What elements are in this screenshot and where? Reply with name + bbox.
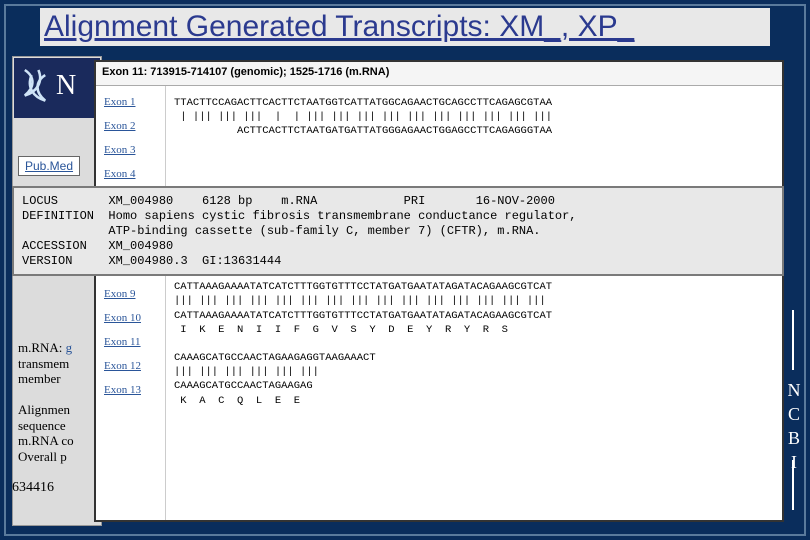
exon-alignment-window: Exon 11: 713915-714107 (genomic); 1525-1…	[94, 60, 784, 522]
exon-alignment-header: Exon 11: 713915-714107 (genomic); 1525-1…	[96, 62, 782, 86]
mrna-link-frag[interactable]: g	[66, 340, 73, 355]
mrna-row-fragment: m.RNA: g transmem member	[18, 340, 72, 387]
version-label: VERSION	[22, 254, 72, 268]
version-value: XM_004980.3 GI:13631444	[108, 254, 281, 268]
aln-b2-r3: CATTAAAGAAAATATCATCTTTGGTGTTTCCTATGATGAA…	[174, 310, 552, 322]
alignment-body: TTACTTCCAGACTTCACTTCTAATGGTCATTATGGCAGAA…	[166, 86, 782, 520]
exon-link[interactable]: Exon 1	[96, 90, 165, 114]
exon-link[interactable]: Exon 11	[96, 330, 165, 354]
aln-line2: sequence	[18, 418, 66, 433]
mrna-line3: member	[18, 371, 61, 386]
aln-line4: Overall p	[18, 449, 67, 464]
slide-title: Alignment Generated Transcripts: XM_, XP…	[40, 8, 770, 46]
exon-link[interactable]: Exon 2	[96, 114, 165, 138]
ncbi-logo-icon	[18, 66, 52, 108]
mrna-line2: transmem	[18, 356, 69, 371]
aln-b2-r2: ||| ||| ||| ||| ||| ||| ||| ||| ||| ||| …	[174, 295, 546, 307]
genbank-record-overlay: LOCUS XM_004980 6128 bp m.RNA PRI 16-NOV…	[12, 186, 784, 276]
side-rule-top	[792, 310, 794, 370]
aln-b3-r4: K A C Q L E E	[174, 395, 300, 407]
aln-line3: m.RNA co	[18, 433, 74, 448]
exon-link[interactable]: Exon 10	[96, 306, 165, 330]
aln-b3-r3: CAAAGCATGCCAACTAGAAGAG	[174, 380, 313, 392]
aln-b3-r1: CAAAGCATGCCAACTAGAAGAGGTAAGAAACT	[174, 352, 376, 364]
exon-link[interactable]: Exon 12	[96, 354, 165, 378]
mrna-label: m.RNA:	[18, 340, 66, 355]
aln-b1-r3: ACTTCACTTCTAATGATGATTATGGGAGAACTGGAGCCTT…	[237, 125, 552, 137]
definition-line2: ATP-binding cassette (sub-family C, memb…	[108, 224, 540, 238]
aln-b1-r2: | ||| ||| ||| | | ||| ||| ||| ||| ||| ||…	[174, 111, 552, 123]
alignment-summary-fragment: Alignmen sequence m.RNA co Overall p	[18, 402, 74, 464]
aln-line1: Alignmen	[18, 402, 70, 417]
sequence-length-fragment: 634416	[12, 480, 54, 496]
exon-link[interactable]: Exon 13	[96, 378, 165, 402]
aln-b1-r1: TTACTTCCAGACTTCACTTCTAATGGTCATTATGGCAGAA…	[174, 97, 552, 109]
exon-list: Exon 1 Exon 2 Exon 3 Exon 4 Exon 5 Exon …	[96, 86, 166, 520]
aln-b2-r4: I K E N I I F G V S Y D E Y R Y R S	[174, 324, 508, 336]
aln-b2-r1: CATTAAAGAAAATATCATCTTTGGTGTTTCCTATGATGAA…	[174, 281, 552, 293]
exon-link[interactable]: Exon 9	[96, 282, 165, 306]
exon-link[interactable]: Exon 3	[96, 138, 165, 162]
locus-value: XM_004980 6128 bp m.RNA PRI 16-NOV-2000	[108, 194, 554, 208]
accession-label: ACCESSION	[22, 239, 87, 253]
ncbi-logo-letter: N	[56, 70, 76, 102]
exon-link[interactable]: Exon 4	[96, 162, 165, 186]
definition-line1: Homo sapiens cystic fibrosis transmembra…	[108, 209, 576, 223]
definition-label: DEFINITION	[22, 209, 94, 223]
side-rule-bottom	[792, 460, 794, 510]
aln-b3-r2: ||| ||| ||| ||| ||| |||	[174, 366, 319, 378]
locus-label: LOCUS	[22, 194, 58, 208]
accession-value: XM_004980	[108, 239, 173, 253]
pubmed-link[interactable]: Pub.Med	[18, 156, 80, 176]
